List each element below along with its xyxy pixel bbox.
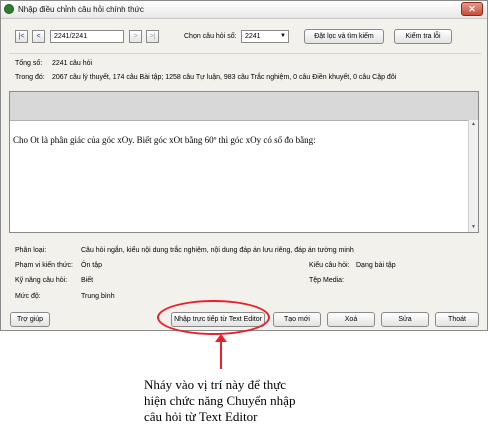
new-button[interactable]: Tạo mới — [273, 312, 321, 327]
dialog-window: Nhập điều chỉnh câu hỏi chính thức ✕ |< … — [0, 0, 488, 331]
delete-button[interactable]: Xoá — [327, 312, 375, 327]
skill-label: Kỹ năng câu hỏi: — [15, 277, 68, 284]
edit-button[interactable]: Sửa — [381, 312, 429, 327]
classify-value: Câu hỏi ngắn, kiểu nội dung trắc nghiệm,… — [81, 247, 354, 254]
question-type-label: Kiểu câu hỏi: — [309, 262, 350, 269]
question-content: Cho Ot là phân giác của góc xOy. Biết gó… — [13, 135, 316, 145]
level-label: Mức độ: — [15, 293, 41, 300]
within-label: Trong đó: — [15, 74, 45, 81]
highlight-ellipse — [157, 300, 270, 335]
next-record-button[interactable]: > — [129, 30, 142, 43]
editor-scrollbar[interactable]: ▲ ▼ — [468, 120, 478, 232]
last-record-button[interactable]: >| — [146, 30, 159, 43]
chevron-down-icon: ▼ — [280, 33, 286, 39]
question-editor[interactable]: Cho Ot là phân giác của góc xOy. Biết gó… — [9, 91, 479, 233]
question-number-label: Chọn câu hỏi số: — [184, 33, 237, 40]
total-value: 2241 câu hỏi — [52, 60, 93, 67]
divider — [9, 53, 481, 54]
skill-value: Biết — [81, 277, 94, 284]
check-errors-button[interactable]: Kiểm tra lỗi — [394, 29, 452, 44]
editor-toolbar — [10, 92, 478, 121]
classify-label: Phân loại: — [15, 247, 47, 254]
within-value: 2067 câu lý thuyết, 174 câu Bài tập; 125… — [52, 74, 397, 81]
question-number-select[interactable]: 2241 ▼ — [241, 30, 289, 43]
help-button[interactable]: Trợ giúp — [10, 312, 50, 327]
media-label: Tệp Media: — [309, 277, 345, 284]
record-position-field[interactable]: 2241/2241 — [50, 30, 124, 43]
title-bar: Nhập điều chỉnh câu hỏi chính thức ✕ — [1, 1, 487, 19]
window-title: Nhập điều chỉnh câu hỏi chính thức — [18, 5, 144, 14]
caption-line-3: câu hỏi từ Text Editor — [144, 409, 258, 424]
total-label: Tổng số: — [15, 60, 43, 67]
filter-search-button[interactable]: Đặt lọc và tìm kiếm — [304, 29, 384, 44]
scope-value: Ôn tập — [81, 262, 103, 269]
annotation-arrow-line — [220, 337, 222, 369]
annotation-caption: Nháy vào vị trí này để thực hiện chức nă… — [144, 377, 404, 425]
level-value: Trung bình — [81, 293, 115, 300]
question-number-value: 2241 — [245, 33, 261, 40]
scroll-down-icon[interactable]: ▼ — [469, 223, 478, 232]
caption-line-1: Nháy vào vị trí này để thực — [144, 377, 287, 392]
close-button[interactable]: ✕ — [461, 2, 483, 16]
app-icon — [4, 4, 14, 14]
first-record-button[interactable]: |< — [15, 30, 28, 43]
exit-button[interactable]: Thoát — [435, 312, 479, 327]
prev-record-button[interactable]: < — [32, 30, 45, 43]
scope-label: Phạm vi kiến thức: — [15, 262, 73, 269]
scroll-up-icon[interactable]: ▲ — [469, 120, 478, 129]
caption-line-2: hiện chức năng Chuyển nhập — [144, 393, 296, 408]
question-type-value: Dạng bài tập — [356, 262, 396, 269]
